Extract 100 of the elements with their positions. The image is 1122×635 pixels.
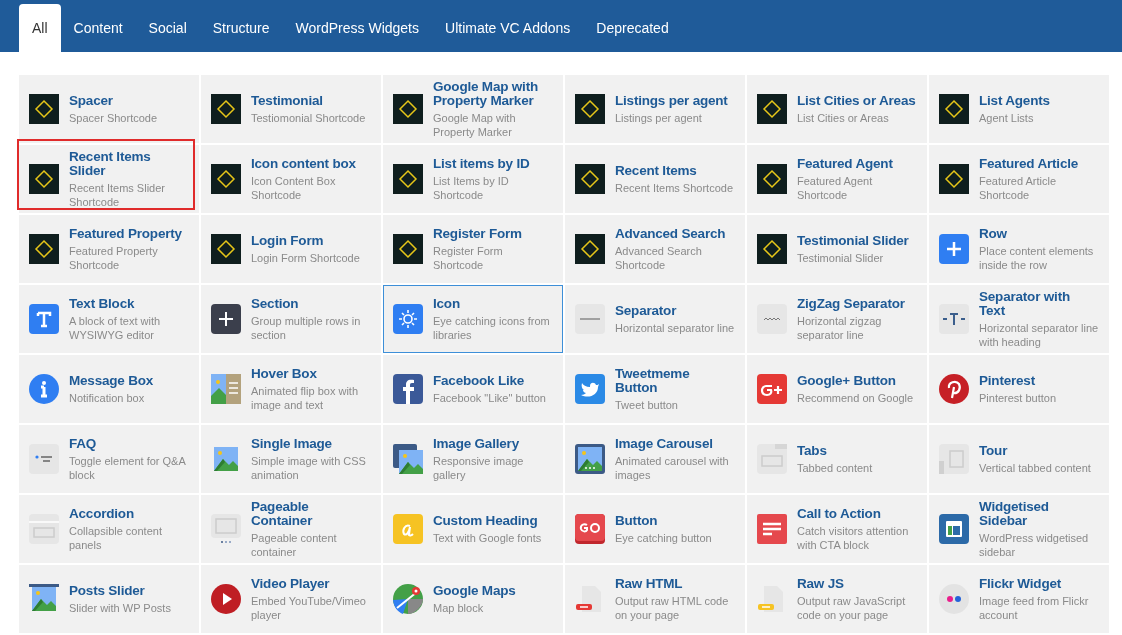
tab[interactable]: WordPress Widgets (282, 4, 432, 52)
element-description: Featured Agent Shortcode (797, 173, 874, 202)
element-card[interactable]: Image Carousel Animated carousel with images (565, 425, 745, 493)
element-card[interactable]: Text Block A block of text with WYSIWYG editor (19, 285, 199, 353)
element-card[interactable]: Pageable Container Pageable content container (201, 495, 381, 563)
element-card[interactable]: Call to Action Catch visitors attention with CTA block (747, 495, 927, 563)
element-description: Embed YouTube/Vimeo player (251, 593, 367, 622)
element-card[interactable]: Raw JS Output raw JavaScript code on your page (747, 565, 927, 633)
element-title: Featured Property (69, 226, 183, 241)
element-card[interactable]: Featured Agent Featured Agent Shortcode (747, 145, 927, 213)
sidebar-icon (939, 514, 969, 544)
element-title: Separator (615, 303, 678, 318)
tab[interactable]: All (19, 4, 61, 52)
element-card[interactable]: Tabs Tabbed content (747, 425, 927, 493)
element-title: Raw HTML (615, 576, 684, 591)
element-card[interactable]: Section Group multiple rows in section (201, 285, 381, 353)
element-card[interactable]: Icon content box Icon Content Box Shortcode (201, 145, 381, 213)
element-title: Featured Agent (797, 156, 894, 171)
element-card[interactable]: Posts Slider Slider with WP Posts (19, 565, 199, 633)
tour-icon (939, 444, 969, 474)
element-description: Recommend on Google (797, 390, 914, 405)
element-card[interactable]: Image Gallery Responsive image gallery (383, 425, 563, 493)
letter-a-icon (393, 514, 423, 544)
element-title: Google Maps (433, 583, 516, 598)
element-description: Featured Property Shortcode (69, 243, 159, 272)
element-description: Register Form Shortcode (433, 243, 504, 272)
tab[interactable]: Deprecated (583, 4, 682, 52)
element-card[interactable]: Pinterest Pinterest button (929, 355, 1109, 423)
element-description: Advanced Search Shortcode (615, 243, 703, 272)
element-description: Text with Google fonts (433, 530, 542, 545)
element-title: Custom Heading (433, 513, 539, 528)
element-card[interactable]: Register Form Register Form Shortcode (383, 215, 563, 283)
element-title: Facebook Like (433, 373, 526, 388)
element-title: Testimonial (251, 93, 324, 108)
tab[interactable]: Structure (199, 4, 283, 52)
element-description: Tweet button (615, 397, 679, 412)
element-description: Icon Content Box Shortcode (251, 173, 337, 202)
element-card[interactable]: Raw HTML Output raw HTML code on your page (565, 565, 745, 633)
element-description: Recent Items Shortcode (615, 180, 733, 195)
element-title: List items by ID (433, 156, 531, 171)
element-card[interactable]: Row Place content elements inside the row (929, 215, 1109, 283)
element-description: Toggle element for Q&A block (69, 453, 187, 482)
element-card[interactable]: Hover Box Animated flip box with image and text (201, 355, 381, 423)
element-card[interactable]: Featured Property Featured Property Shortcode (19, 215, 199, 283)
element-card[interactable]: Login Form Login Form Shortcode (201, 215, 381, 283)
element-description: Recent Items Slider Shortcode (69, 180, 166, 209)
element-card[interactable]: Google Map with Property Marker Google Map with Property Marker (383, 75, 563, 143)
element-description: Catch visitors attention with CTA block (797, 523, 910, 552)
element-card[interactable]: Recent Items Recent Items Shortcode (565, 145, 745, 213)
element-card[interactable]: Testimonial Testiomonial Shortcode (201, 75, 381, 143)
element-card[interactable]: Spacer Spacer Shortcode (19, 75, 199, 143)
element-title: Tour (979, 443, 1009, 458)
element-title: Pinterest (979, 373, 1036, 388)
element-title: Hover Box (251, 366, 318, 381)
element-card[interactable]: Tour Vertical tabbed content (929, 425, 1109, 493)
tab[interactable]: Ultimate VC Addons (432, 4, 584, 52)
element-card[interactable]: Featured Article Featured Article Shortcode (929, 145, 1109, 213)
element-title: Testimonial Slider (797, 233, 909, 248)
element-card[interactable]: Flickr Widget Image feed from Flickr account (929, 565, 1109, 633)
element-card[interactable]: Testimonial Slider Testimonial Slider (747, 215, 927, 283)
element-title: Recent Items (615, 163, 698, 178)
element-title: Icon (433, 296, 461, 311)
element-card[interactable]: Listings per agent Listings per agent (565, 75, 745, 143)
element-card[interactable]: List items by ID List Items by ID Shortcode (383, 145, 563, 213)
element-card[interactable]: Accordion Collapsible content panels (19, 495, 199, 563)
element-card[interactable]: List Agents Agent Lists (929, 75, 1109, 143)
element-card[interactable]: Message Box Notification box (19, 355, 199, 423)
dots-icon (939, 584, 969, 614)
element-card[interactable]: Tweetmeme Button Tweet button (565, 355, 745, 423)
element-title: Icon content box (251, 156, 357, 171)
element-card[interactable]: Icon Eye catching icons from libraries (383, 285, 563, 353)
element-title: Single Image (251, 436, 333, 451)
element-card[interactable]: FAQ Toggle element for Q&A block (19, 425, 199, 493)
element-title: Google Map with Property Marker (433, 79, 539, 108)
element-card[interactable]: Button Eye catching button (565, 495, 745, 563)
element-description: List Cities or Areas (797, 110, 890, 125)
element-card[interactable]: List Cities or Areas List Cities or Areas (747, 75, 927, 143)
element-description: Pageable content container (251, 530, 338, 559)
element-card[interactable]: Separator Horizontal separator line (565, 285, 745, 353)
element-title: Advanced Search (615, 226, 727, 241)
element-card[interactable]: Advanced Search Advanced Search Shortcode (565, 215, 745, 283)
element-card[interactable]: Custom Heading Text with Google fonts (383, 495, 563, 563)
element-card[interactable]: Facebook Like Facebook "Like" button (383, 355, 563, 423)
element-card[interactable]: ZigZag Separator Horizontal zigzag separator line (747, 285, 927, 353)
element-card[interactable]: Single Image Simple image with CSS animation (201, 425, 381, 493)
tab[interactable]: Content (60, 4, 136, 52)
element-description: Horizontal separator line (615, 320, 735, 335)
element-description: Featured Article Shortcode (979, 173, 1058, 202)
element-card[interactable]: Google Maps Map block (383, 565, 563, 633)
element-title: List Cities or Areas (797, 93, 916, 108)
element-card[interactable]: Video Player Embed YouTube/Vimeo player (201, 565, 381, 633)
element-title: Button (615, 513, 659, 528)
element-title: ZigZag Separator (797, 296, 906, 311)
sun-icon (393, 304, 423, 334)
element-card[interactable]: Separator with Text Horizontal separator line with heading (929, 285, 1109, 353)
tab[interactable]: Social (135, 4, 200, 52)
element-title: Accordion (69, 506, 135, 521)
element-card[interactable]: Widgetised Sidebar WordPress widgetised sidebar (929, 495, 1109, 563)
element-description: Collapsible content panels (69, 523, 163, 552)
element-card[interactable]: Google+ Button Recommend on Google (747, 355, 927, 423)
